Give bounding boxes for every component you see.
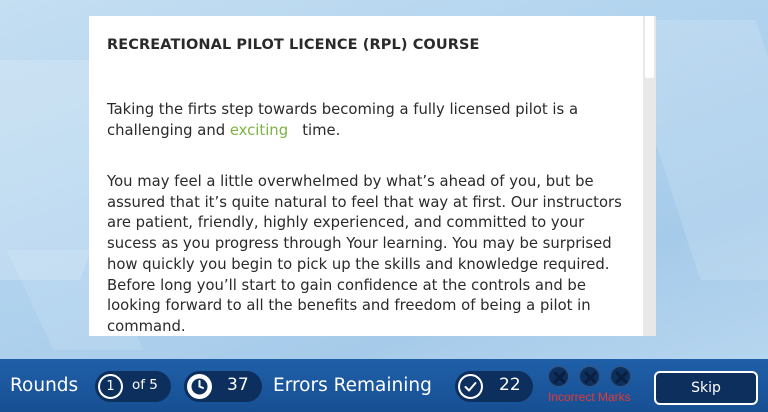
clock-icon <box>187 374 212 399</box>
card-content: RECREATIONAL PILOT LICENCE (RPL) COURSE … <box>107 16 637 336</box>
errors-remaining-value: 22 <box>499 375 521 395</box>
course-title: RECREATIONAL PILOT LICENCE (RPL) COURSE <box>107 37 480 53</box>
x-mark-icon <box>610 366 631 387</box>
paragraph-intro-text[interactable]: Taking the firts step towards becoming a… <box>107 101 578 139</box>
scrollbar[interactable] <box>643 16 656 336</box>
errors-remaining-label: Errors Remaining <box>273 375 432 396</box>
paragraph-intro: Taking the firts step towards becoming a… <box>107 100 637 141</box>
current-round-badge: 1 <box>98 374 123 399</box>
errors-remaining-counter: 22 <box>455 371 533 402</box>
rounds-counter: 1 of 5 <box>95 371 171 402</box>
skip-button[interactable]: Skip <box>654 371 758 405</box>
timer-value: 37 <box>227 375 249 395</box>
highlighted-word[interactable]: exciting <box>230 122 288 139</box>
x-mark-icon <box>548 366 569 387</box>
incorrect-marks <box>548 366 640 392</box>
paragraph-intro-end[interactable]: time. <box>288 122 340 139</box>
scrollbar-thumb[interactable] <box>645 16 654 78</box>
x-mark-icon <box>579 366 600 387</box>
checkmark-icon <box>458 374 483 399</box>
status-bar: Rounds 1 of 5 37 Errors Remaining 22 Inc… <box>0 359 768 412</box>
content-card: RECREATIONAL PILOT LICENCE (RPL) COURSE … <box>89 16 656 336</box>
timer: 37 <box>184 371 262 402</box>
paragraph-body[interactable]: You may feel a little overwhelmed by wha… <box>107 172 637 336</box>
rounds-label: Rounds <box>10 375 79 396</box>
incorrect-marks-label: Incorrect Marks <box>548 390 631 404</box>
rounds-total: of 5 <box>132 377 158 393</box>
